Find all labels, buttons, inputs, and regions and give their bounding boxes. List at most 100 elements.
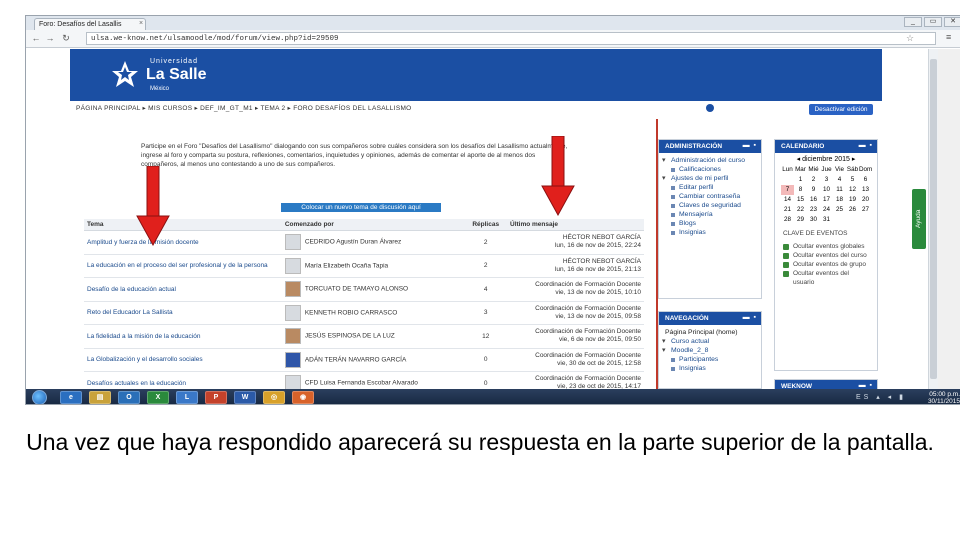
- block-item-link[interactable]: Insignias: [665, 228, 755, 237]
- last-post-author[interactable]: Coordinación de Formación Docente: [510, 328, 641, 336]
- calendar-day[interactable]: 31: [820, 215, 833, 225]
- last-post-author[interactable]: Coordinación de Formación Docente: [510, 375, 641, 383]
- avatar[interactable]: [284, 257, 301, 274]
- replies-count[interactable]: 2: [464, 254, 507, 278]
- topic-link[interactable]: La educación en el proceso del ser profe…: [84, 254, 282, 278]
- url-field[interactable]: ulsa.we-know.net/ulsamoodle/mod/forum/vi…: [86, 32, 936, 45]
- last-post-author[interactable]: HÉCTOR NEBOT GARCÍA: [510, 258, 641, 266]
- replies-count[interactable]: 12: [464, 324, 507, 349]
- block-section-link[interactable]: Administración del curso: [662, 156, 755, 165]
- last-post-date[interactable]: vie, 6 de nov de 2015, 09:50: [510, 336, 641, 344]
- breadcrumb[interactable]: PÁGINA PRINCIPAL ▸ MIS CURSOS ▸ DEF_IM_G…: [76, 104, 412, 112]
- avatar[interactable]: [284, 234, 301, 251]
- replies-count[interactable]: 4: [464, 277, 507, 302]
- taskbar-app-icon[interactable]: e: [60, 391, 82, 404]
- topic-link[interactable]: Amplitud y fuerza de la misión docente: [84, 230, 282, 255]
- topic-link[interactable]: Desafío de la educación actual: [84, 277, 282, 302]
- replies-count[interactable]: 3: [464, 301, 507, 325]
- maximize-button[interactable]: ▭: [924, 17, 942, 27]
- calendar-month[interactable]: ◂ diciembre 2015 ▸: [775, 155, 877, 163]
- calendar-day[interactable]: 13: [859, 185, 872, 195]
- add-new-discussion-button[interactable]: Colocar un nuevo tema de discusión aquí: [281, 203, 441, 212]
- calendar-day[interactable]: 15: [794, 195, 807, 205]
- close-window-button[interactable]: ✕: [944, 17, 960, 27]
- calendar-day[interactable]: 7: [781, 185, 794, 195]
- block-item-link[interactable]: Insignias: [665, 364, 755, 373]
- calendar-day[interactable]: 18: [833, 195, 846, 205]
- col-header-replies[interactable]: Réplicas: [464, 219, 507, 231]
- calendar-day[interactable]: 5: [846, 175, 859, 185]
- calendar-day[interactable]: 22: [794, 205, 807, 215]
- last-post-date[interactable]: vie, 13 de nov de 2015, 10:10: [510, 289, 641, 297]
- taskbar-app-icon[interactable]: ◎: [263, 391, 285, 404]
- block-controls-icon[interactable]: ▬ ▪: [859, 382, 873, 389]
- calendar-day[interactable]: 8: [794, 185, 807, 195]
- back-icon[interactable]: ←: [30, 33, 42, 43]
- calendar-day[interactable]: 11: [833, 185, 846, 195]
- block-item-link[interactable]: Cambiar contraseña: [665, 192, 755, 201]
- calendar-day[interactable]: 16: [807, 195, 820, 205]
- help-tab[interactable]: Ayuda: [912, 189, 926, 249]
- reload-icon[interactable]: ↻: [60, 33, 72, 44]
- calendar-day[interactable]: 20: [859, 195, 872, 205]
- vertical-scrollbar[interactable]: [928, 49, 938, 389]
- calendar-day[interactable]: 14: [781, 195, 794, 205]
- topic-link[interactable]: Reto del Educador La Sallista: [84, 301, 282, 325]
- calendar-day[interactable]: 6: [859, 175, 872, 185]
- block-controls-icon[interactable]: ▬ ▪: [743, 142, 757, 149]
- replies-count[interactable]: 2: [464, 230, 507, 255]
- calendar-day[interactable]: 28: [781, 215, 794, 225]
- block-section-link[interactable]: Moodle_2_8: [662, 346, 755, 355]
- last-post-author[interactable]: Coordinación de Formación Docente: [510, 352, 641, 360]
- author-name[interactable]: TORCUATO DE TAMAYO ALONSO: [305, 286, 408, 293]
- calendar-day[interactable]: 3: [820, 175, 833, 185]
- language-indicator[interactable]: ES: [856, 394, 871, 401]
- block-section-link[interactable]: Ajustes de mi perfil: [662, 174, 755, 183]
- author-name[interactable]: KENNETH ROBIO CARRASCO: [305, 309, 397, 316]
- last-post-date[interactable]: vie, 30 de oct de 2015, 12:58: [510, 360, 641, 368]
- last-post-date[interactable]: vie, 13 de nov de 2015, 09:58: [510, 313, 641, 321]
- taskbar-app-icon[interactable]: P: [205, 391, 227, 404]
- block-item-link[interactable]: Claves de seguridad: [665, 201, 755, 210]
- turn-editing-off-button[interactable]: Desactivar edición: [809, 104, 873, 115]
- calendar-day[interactable]: 25: [833, 205, 846, 215]
- calendar-day[interactable]: 9: [807, 185, 820, 195]
- replies-count[interactable]: 0: [464, 348, 507, 372]
- author-name[interactable]: JESÚS ESPINOSA DE LA LUZ: [305, 333, 395, 340]
- last-post-date[interactable]: lun, 16 de nov de 2015, 22:24: [510, 242, 641, 250]
- avatar[interactable]: [284, 351, 301, 368]
- block-item-link[interactable]: Blogs: [665, 219, 755, 228]
- block-item-link[interactable]: Mensajería: [665, 210, 755, 219]
- topic-link[interactable]: La fidelidad a la misión de la educación: [84, 324, 282, 349]
- forward-icon[interactable]: →: [44, 33, 56, 43]
- block-controls-icon[interactable]: ▬ ▪: [743, 314, 757, 321]
- minimize-button[interactable]: _: [904, 17, 922, 27]
- last-post-author[interactable]: HÉCTOR NEBOT GARCÍA: [510, 234, 641, 242]
- calendar-day[interactable]: 27: [859, 205, 872, 215]
- block-item-link[interactable]: Calificaciones: [665, 165, 755, 174]
- calendar-day[interactable]: 24: [820, 205, 833, 215]
- hide-events-link[interactable]: Ocultar eventos de grupo: [783, 260, 869, 269]
- col-header-topic[interactable]: Tema: [84, 219, 282, 231]
- col-header-last-post[interactable]: Último mensaje: [507, 219, 644, 231]
- browser-tab[interactable]: Foro: Desafíos del Lasallis ×: [34, 18, 146, 30]
- info-icon[interactable]: [706, 104, 714, 112]
- taskbar-app-icon[interactable]: X: [147, 391, 169, 404]
- block-item-link[interactable]: Participantes: [665, 355, 755, 364]
- calendar-day[interactable]: 4: [833, 175, 846, 185]
- taskbar-app-icon[interactable]: W: [234, 391, 256, 404]
- taskbar-app-icon[interactable]: ▤: [89, 391, 111, 404]
- author-name[interactable]: ADÁN TERÁN NAVARRO GARCÍA: [305, 356, 407, 363]
- avatar[interactable]: [284, 304, 301, 321]
- author-name[interactable]: CFD Luisa Fernanda Escobar Alvarado: [305, 380, 418, 387]
- calendar-day[interactable]: 1: [794, 175, 807, 185]
- hide-events-link[interactable]: Ocultar eventos del usuario: [783, 269, 869, 287]
- col-header-started-by[interactable]: Comenzado por: [281, 219, 465, 231]
- block-section-link[interactable]: Curso actual: [662, 337, 755, 346]
- calendar-day[interactable]: 19: [846, 195, 859, 205]
- calendar-day[interactable]: 23: [807, 205, 820, 215]
- calendar-day[interactable]: 26: [846, 205, 859, 215]
- avatar[interactable]: [284, 328, 301, 345]
- calendar-day[interactable]: 21: [781, 205, 794, 215]
- calendar-day[interactable]: 2: [807, 175, 820, 185]
